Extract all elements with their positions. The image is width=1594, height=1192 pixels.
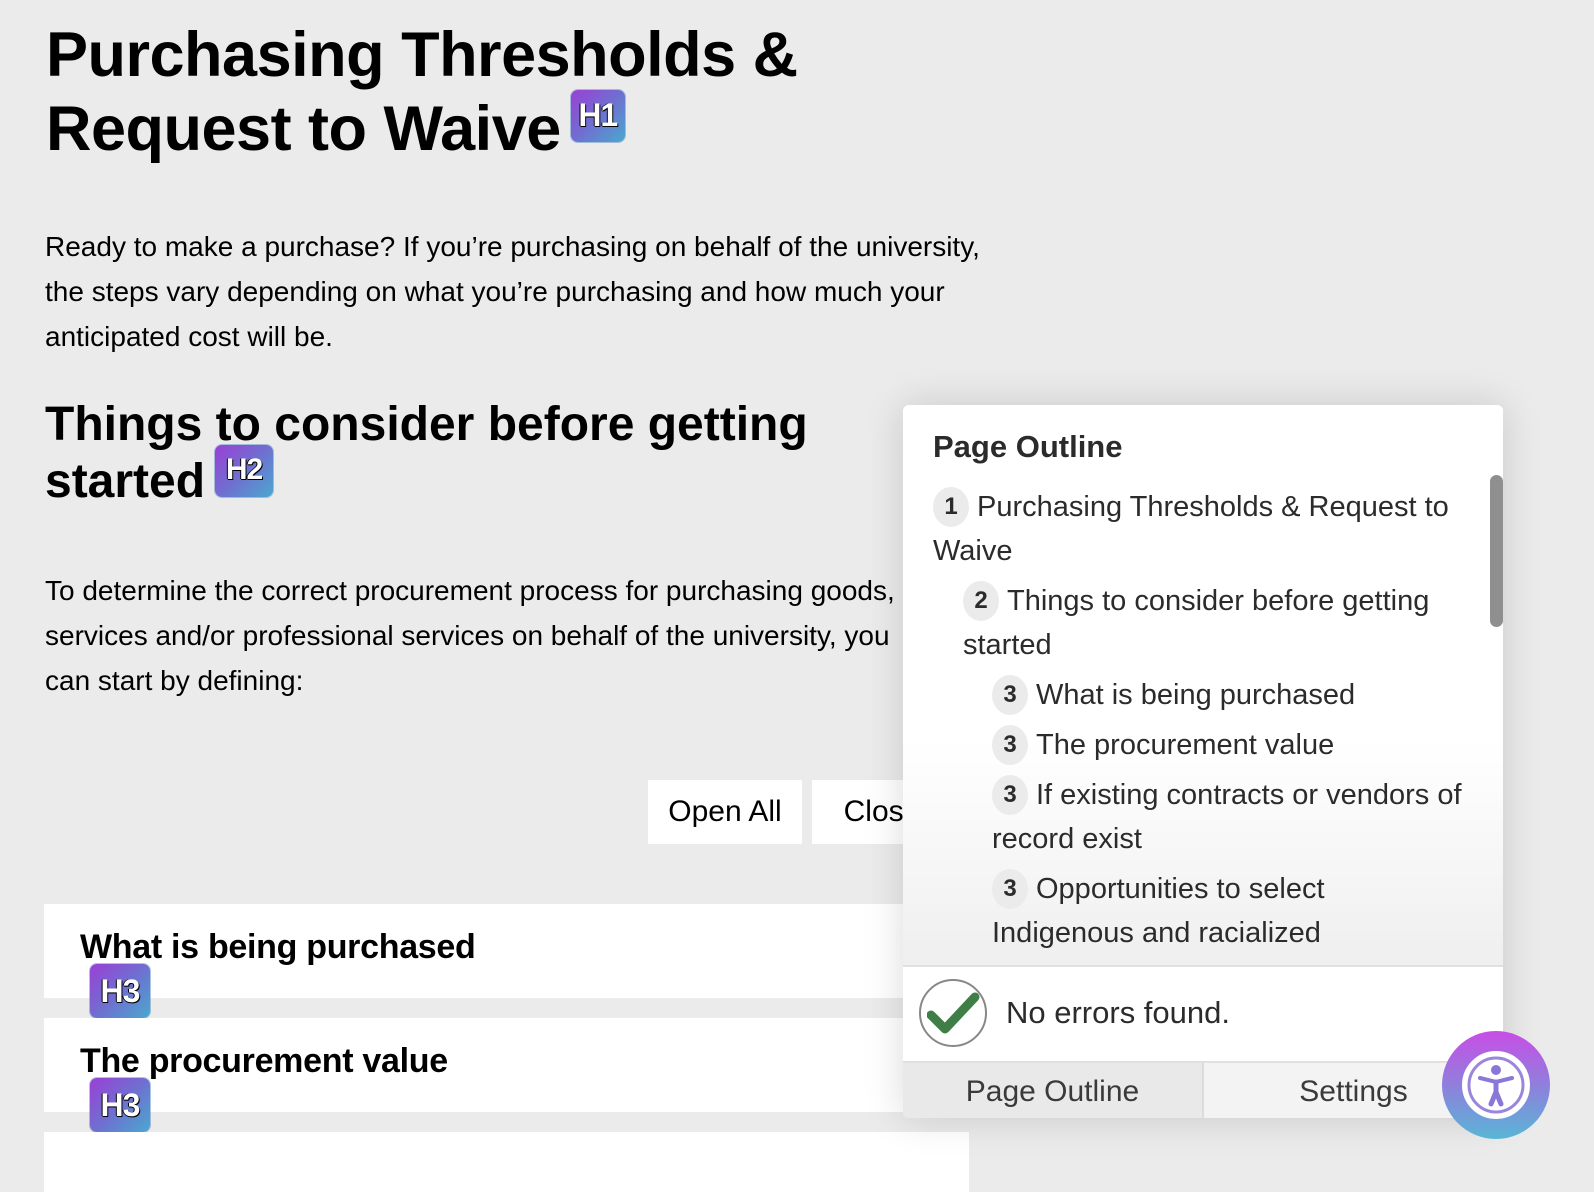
- outline-item-text: The procurement value: [1036, 729, 1335, 761]
- level-badge: 3: [992, 675, 1028, 715]
- outline-list: 1 Purchasing Thresholds & Request to Waiv…: [903, 485, 1463, 961]
- outline-item[interactable]: 3 What is being purchased: [903, 673, 1463, 717]
- outline-item[interactable]: 3 Opportunities to select Indigenous and …: [903, 867, 1463, 955]
- open-all-button[interactable]: Open All: [648, 780, 802, 844]
- heading-level-badge-h3: H3: [90, 1078, 150, 1132]
- heading-level-badge-h1: H1: [570, 90, 625, 142]
- accordion-title: The procurement value: [80, 1042, 448, 1080]
- page-title-text: Purchasing Thresholds & Request to Waive: [46, 20, 798, 164]
- level-badge: 3: [992, 775, 1028, 815]
- heading-level-badge-h3: H3: [90, 964, 150, 1018]
- heading-level-badge-h2: H2: [215, 445, 274, 497]
- section-heading: Things to consider before getting starte…: [45, 396, 885, 510]
- outline-scroll-area[interactable]: Page Outline 1 Purchasing Thresholds & Re…: [903, 405, 1503, 965]
- outline-item-text: What is being purchased: [1036, 679, 1356, 711]
- level-badge: 2: [963, 581, 999, 621]
- accordion-what-is-being-purchased[interactable]: What is being purchased H3: [44, 904, 969, 1018]
- outline-item-text: Things to consider before getting starte…: [963, 585, 1430, 661]
- status-text: No errors found.: [1006, 995, 1230, 1030]
- accordion-title: What is being purchased: [80, 928, 476, 966]
- check-circle-icon: [919, 979, 987, 1047]
- accordion-next[interactable]: [44, 1132, 969, 1192]
- page-title: Purchasing Thresholds & Request to Waive…: [46, 18, 866, 166]
- page-outline-panel: Page Outline 1 Purchasing Thresholds & Re…: [903, 405, 1503, 1118]
- outline-item-text: Purchasing Thresholds & Request to Waive: [933, 491, 1449, 567]
- outline-item[interactable]: 2 Things to consider before getting start…: [903, 579, 1463, 667]
- status-bar: No errors found.: [903, 965, 1503, 1063]
- level-badge: 3: [992, 725, 1028, 765]
- outline-item[interactable]: 3 The procurement value: [903, 723, 1463, 767]
- accessibility-toggle-button[interactable]: [1442, 1031, 1550, 1139]
- accessibility-person-icon: [1462, 1051, 1530, 1119]
- level-badge: 3: [992, 869, 1028, 909]
- accordion-procurement-value[interactable]: The procurement value H3: [44, 1018, 969, 1132]
- outline-item[interactable]: 3 If existing contracts or vendors of rec…: [903, 773, 1463, 861]
- panel-title: Page Outline: [933, 429, 1123, 464]
- outline-item-text: Opportunities to select Indigenous and r…: [992, 873, 1325, 949]
- section-heading-text: Things to consider before getting starte…: [45, 398, 808, 508]
- tab-page-outline[interactable]: Page Outline: [903, 1063, 1204, 1118]
- outline-item-text: If existing contracts or vendors of reco…: [992, 779, 1462, 855]
- section-paragraph: To determine the correct procurement pro…: [45, 575, 895, 696]
- scrollbar-thumb[interactable]: [1490, 475, 1503, 627]
- outline-item[interactable]: 1 Purchasing Thresholds & Request to Waiv…: [903, 485, 1463, 573]
- intro-paragraph: Ready to make a purchase? If you’re purc…: [45, 231, 980, 352]
- panel-tabs: Page Outline Settings: [903, 1061, 1503, 1118]
- level-badge: 1: [933, 487, 969, 527]
